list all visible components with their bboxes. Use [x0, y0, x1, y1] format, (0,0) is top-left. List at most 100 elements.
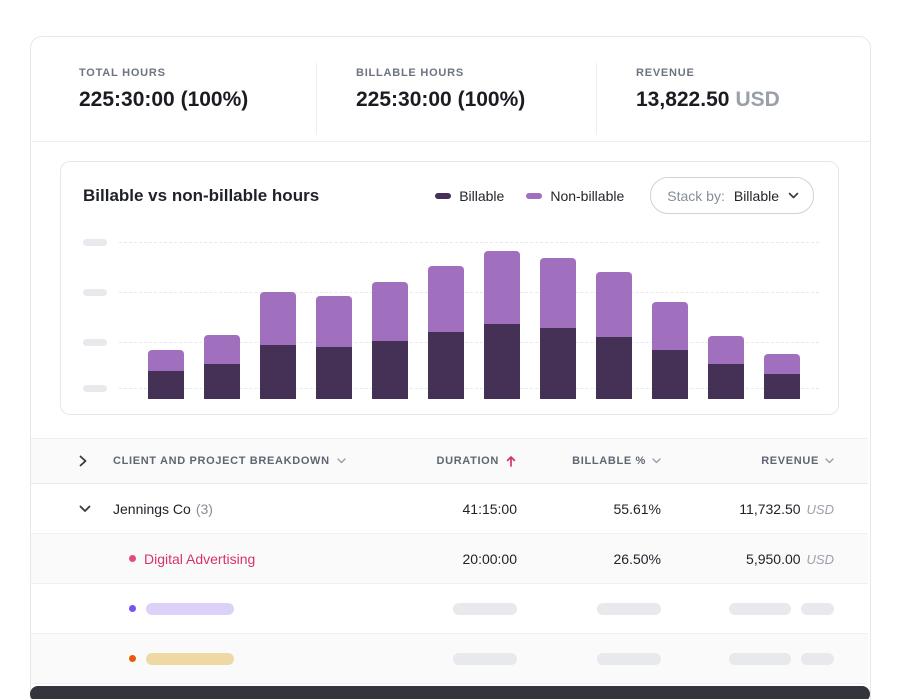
- stat-label: BILLABLE HOURS: [356, 67, 596, 79]
- revenue-currency: USD: [807, 502, 834, 517]
- header-label: REVENUE: [761, 455, 819, 467]
- billable-segment: [316, 347, 352, 399]
- cell-billable-pct: 26.50%: [517, 551, 661, 567]
- stat-label: TOTAL HOURS: [79, 67, 316, 79]
- cell-billable-pct: 55.61%: [517, 501, 661, 517]
- header-label: DURATION: [436, 455, 499, 467]
- billable-segment: [204, 364, 240, 399]
- revenue-amount: 5,950.00: [746, 551, 801, 567]
- chart-header: Billable vs non-billable hours Billable …: [61, 162, 838, 214]
- header-label: CLIENT AND PROJECT BREAKDOWN: [113, 455, 330, 467]
- legend-item-billable[interactable]: Billable: [435, 188, 504, 204]
- stat-billable-hours: BILLABLE HOURS 225:30:00 (100%): [316, 37, 596, 141]
- project-dot-icon: [129, 555, 136, 562]
- table-row-skeleton: [31, 584, 868, 634]
- stat-value: 225:30:00 (100%): [356, 88, 596, 112]
- cell-duration: 41:15:00: [357, 501, 517, 517]
- header-client-project[interactable]: CLIENT AND PROJECT BREAKDOWN: [113, 455, 346, 467]
- stack-by-dropdown[interactable]: Stack by: Billable: [650, 177, 814, 214]
- legend-item-non-billable[interactable]: Non-billable: [526, 188, 624, 204]
- legend-label: Non-billable: [550, 188, 624, 204]
- table-header-row: CLIENT AND PROJECT BREAKDOWN DURATION: [31, 438, 868, 484]
- y-axis-skeleton-tick: [83, 239, 107, 246]
- chevron-down-icon: [337, 458, 346, 464]
- stacked-bar-3[interactable]: [260, 292, 296, 399]
- billable-segment: [484, 324, 520, 399]
- stacked-bar-10[interactable]: [652, 302, 688, 399]
- stacked-bar-8[interactable]: [540, 258, 576, 399]
- collapse-group-button[interactable]: [31, 505, 91, 513]
- stat-total-hours: TOTAL HOURS 225:30:00 (100%): [31, 37, 316, 141]
- billable-segment: [652, 350, 688, 399]
- non-billable-segment: [708, 336, 744, 364]
- stacked-bar-7[interactable]: [484, 251, 520, 399]
- skeleton-pill: [801, 653, 834, 665]
- header-duration[interactable]: DURATION: [357, 455, 517, 468]
- collapse-all-button[interactable]: [31, 455, 87, 467]
- non-billable-segment: [260, 292, 296, 345]
- table-row-project-digital-advertising[interactable]: Digital Advertising 20:00:00 26.50% 5,95…: [31, 534, 868, 584]
- stat-revenue: REVENUE 13,822.50USD: [596, 37, 870, 141]
- billable-segment: [428, 332, 464, 399]
- skeleton-pill: [453, 603, 517, 615]
- skeleton-pill: [729, 603, 791, 615]
- header-billable-pct[interactable]: BILLABLE %: [517, 455, 661, 467]
- non-billable-segment: [204, 335, 240, 364]
- skeleton-pill: [597, 603, 661, 615]
- stack-by-value: Billable: [734, 188, 779, 204]
- stacked-bar-chart: [83, 232, 819, 399]
- project-dot-icon: [129, 655, 136, 662]
- report-card: TOTAL HOURS 225:30:00 (100%) BILLABLE HO…: [30, 36, 871, 699]
- bars: [148, 232, 800, 399]
- stacked-bar-6[interactable]: [428, 266, 464, 399]
- skeleton-name-pill: [146, 653, 234, 665]
- stacked-bar-1[interactable]: [148, 350, 184, 399]
- stacked-bar-9[interactable]: [596, 272, 632, 399]
- cell-revenue: 11,732.50 USD: [661, 501, 834, 517]
- client-name: Jennings Co: [113, 501, 191, 517]
- project-count: (3): [196, 501, 213, 517]
- revenue-amount: 13,822.50: [636, 88, 729, 111]
- billable-segment: [372, 341, 408, 399]
- non-billable-segment: [428, 266, 464, 332]
- billable-segment: [764, 374, 800, 399]
- cell-duration: 20:00:00: [357, 551, 517, 567]
- skeleton-pill: [453, 653, 517, 665]
- billable-segment: [596, 337, 632, 399]
- sort-asc-icon: [505, 455, 517, 468]
- table-row-group-jennings[interactable]: Jennings Co (3) 41:15:00 55.61% 11,732.5…: [31, 484, 868, 534]
- billable-segment: [540, 328, 576, 399]
- billable-legend-dot-icon: [435, 193, 451, 199]
- stack-by-label: Stack by:: [667, 188, 725, 204]
- chevron-down-icon: [652, 458, 661, 464]
- non-billable-segment: [372, 282, 408, 341]
- legend-label: Billable: [459, 188, 504, 204]
- chevron-down-icon: [788, 192, 799, 199]
- stacked-bar-12[interactable]: [764, 354, 800, 399]
- billable-segment: [708, 364, 744, 399]
- chart-legend: Billable Non-billable: [435, 188, 624, 204]
- stacked-bar-4[interactable]: [316, 296, 352, 399]
- dashboard-page: TOTAL HOURS 225:30:00 (100%) BILLABLE HO…: [0, 0, 900, 699]
- y-axis-skeleton-tick: [83, 289, 107, 296]
- revenue-amount: 11,732.50: [739, 501, 800, 517]
- skeleton-pill: [729, 653, 791, 665]
- non-billable-legend-dot-icon: [526, 193, 542, 199]
- non-billable-segment: [652, 302, 688, 350]
- stat-value: 13,822.50 USD: [636, 88, 870, 112]
- project-name-link[interactable]: Digital Advertising: [144, 551, 255, 567]
- non-billable-segment: [596, 272, 632, 337]
- breakdown-table: CLIENT AND PROJECT BREAKDOWN DURATION: [31, 438, 868, 684]
- revenue-currency: USD: [735, 88, 779, 111]
- skeleton-name-pill: [146, 603, 234, 615]
- project-dot-icon: [129, 605, 136, 612]
- stacked-bar-5[interactable]: [372, 282, 408, 399]
- header-revenue[interactable]: REVENUE: [661, 455, 834, 467]
- non-billable-segment: [148, 350, 184, 371]
- non-billable-segment: [484, 251, 520, 324]
- stacked-bar-11[interactable]: [708, 336, 744, 399]
- revenue-currency: USD: [807, 552, 834, 567]
- stacked-bar-2[interactable]: [204, 335, 240, 399]
- chevron-down-icon: [79, 505, 91, 513]
- summary-stats: TOTAL HOURS 225:30:00 (100%) BILLABLE HO…: [31, 37, 870, 142]
